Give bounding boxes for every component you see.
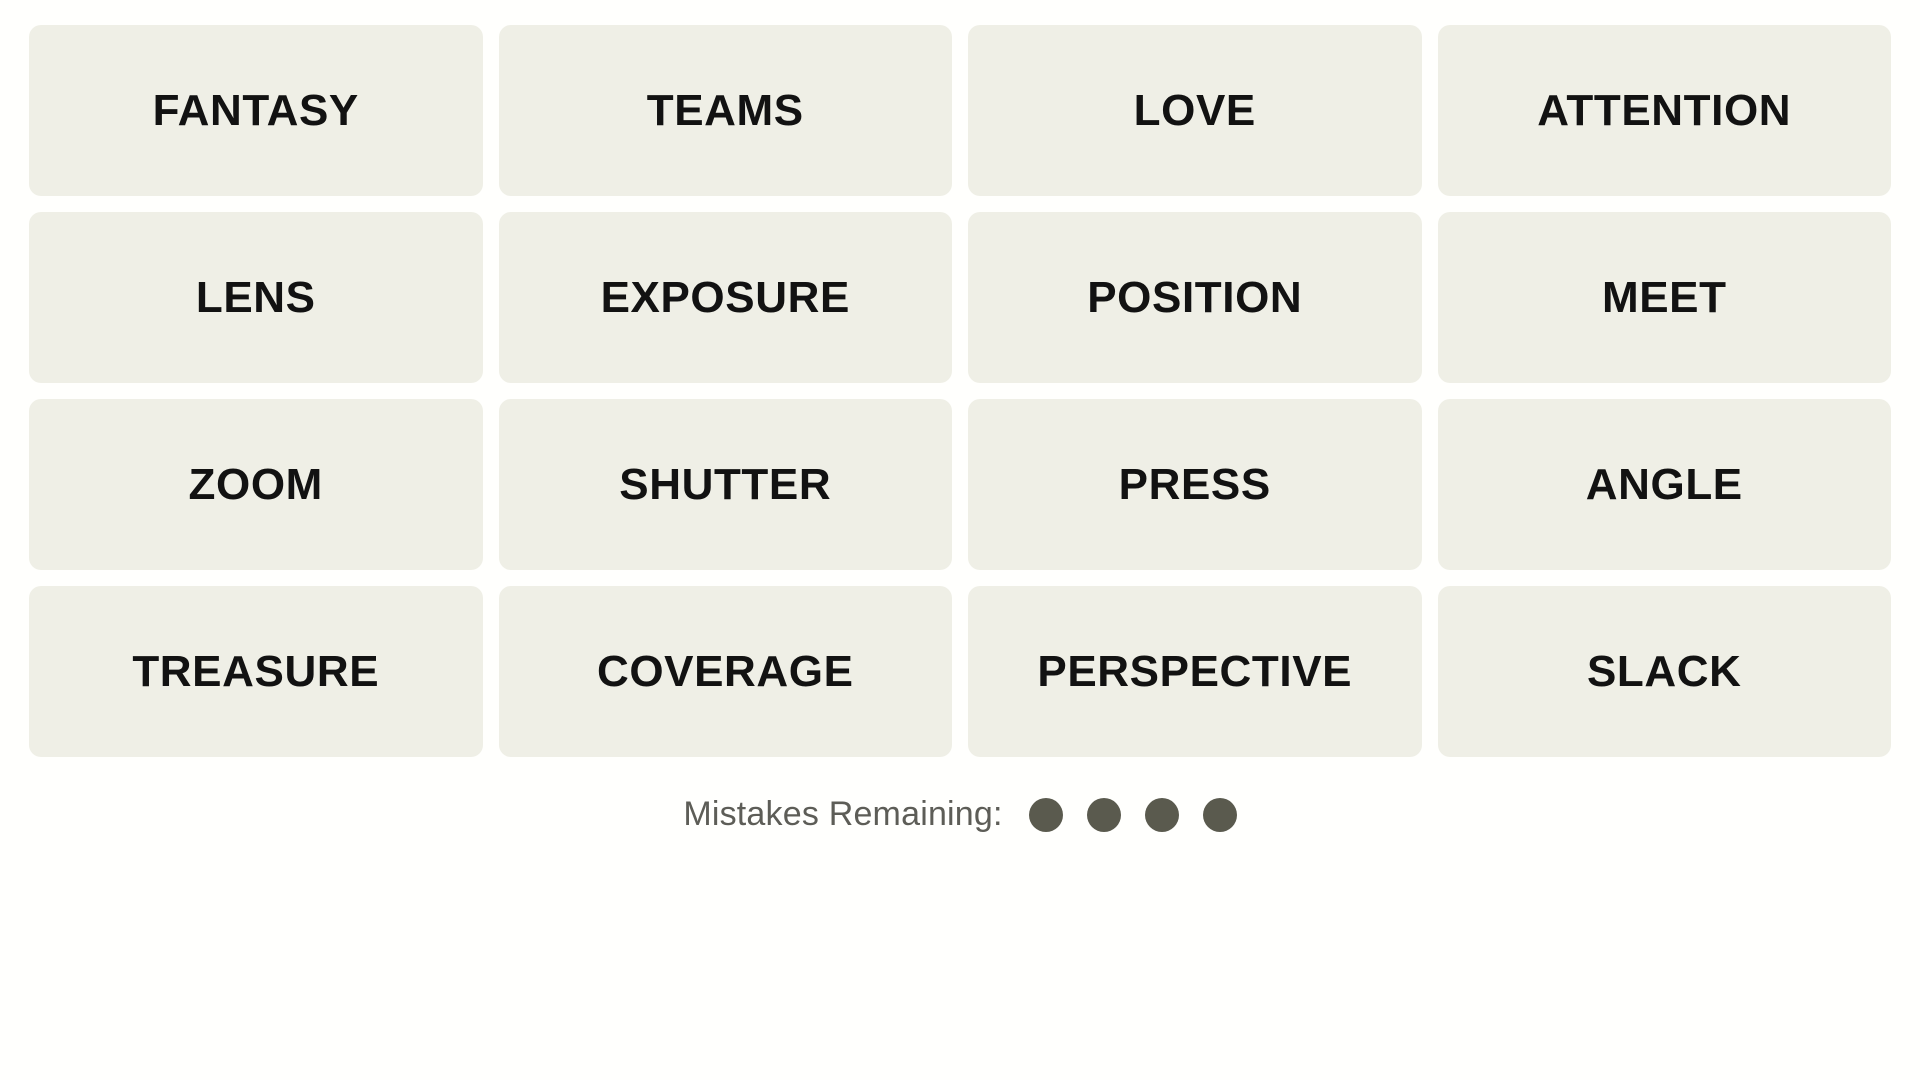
word-tile[interactable]: PERSPECTIVE [968,586,1422,757]
word-tile-label: POSITION [1087,272,1303,322]
word-tile[interactable]: TEAMS [498,25,952,196]
mistake-dot [1202,797,1237,832]
word-tile-label: ATTENTION [1537,85,1792,135]
mistake-dot [1028,797,1063,832]
mistakes-remaining-bar: Mistakes Remaining: [29,795,1891,834]
word-tile[interactable]: PRESS [968,399,1422,570]
word-tile[interactable]: SLACK [1437,586,1891,757]
word-tile-label: TEAMS [646,85,804,135]
word-tile-label: PERSPECTIVE [1037,646,1353,696]
word-tile[interactable]: ATTENTION [1437,25,1891,196]
word-tile[interactable]: POSITION [968,212,1422,383]
mistake-dot [1144,797,1179,832]
word-tile[interactable]: MEET [1437,212,1891,383]
word-tile[interactable]: COVERAGE [498,586,952,757]
word-tile-label: LENS [195,272,316,322]
connections-game-board: FANTASY TEAMS LOVE ATTENTION LENS EXPOSURE POS… [0,0,1920,1080]
word-tile[interactable]: ZOOM [29,399,483,570]
word-tile[interactable]: SHUTTER [498,399,952,570]
word-tile-label: PRESS [1118,459,1271,509]
word-tile[interactable]: EXPOSURE [498,212,952,383]
word-tile-label: ZOOM [188,459,323,509]
word-tile-label: COVERAGE [596,646,854,696]
word-tile-label: FANTASY [152,85,359,135]
mistake-dot [1086,797,1121,832]
word-tile-label: SLACK [1586,646,1742,696]
word-tile[interactable]: LENS [29,212,483,383]
mistakes-remaining-label: Mistakes Remaining: [683,795,1003,833]
word-tile[interactable]: LOVE [968,25,1422,196]
word-tile-label: ANGLE [1585,459,1743,509]
word-tile[interactable]: FANTASY [29,25,483,196]
word-tile-label: SHUTTER [619,459,832,509]
word-tile[interactable]: ANGLE [1437,399,1891,570]
word-tile[interactable]: TREASURE [29,586,483,757]
word-grid: FANTASY TEAMS LOVE ATTENTION LENS EXPOSURE POS… [29,25,1891,757]
word-tile-label: LOVE [1133,85,1256,135]
word-tile-label: EXPOSURE [600,272,850,322]
mistake-dots-group [1028,797,1237,832]
word-tile-label: MEET [1601,272,1727,322]
word-tile-label: TREASURE [132,646,380,696]
